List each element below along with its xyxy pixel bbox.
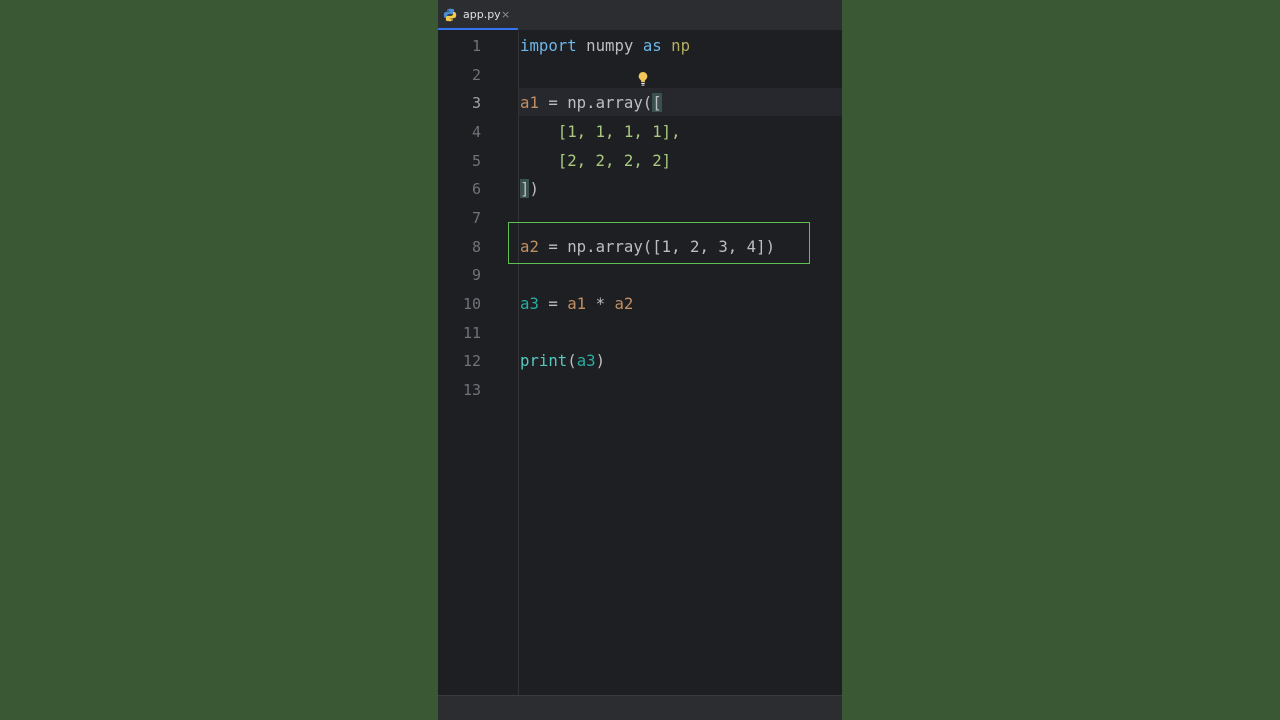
line-number: 12: [462, 352, 481, 370]
module-name: numpy: [586, 36, 634, 55]
line-number: 3: [471, 94, 481, 112]
tab-app-py[interactable]: app.py ×: [438, 0, 518, 30]
tab-bar: app.py ×: [438, 0, 842, 31]
line-number: 2: [471, 66, 481, 84]
code-line-3: a1 = np.array([: [520, 93, 662, 113]
code-line-5: [2, 2, 2, 2]: [520, 151, 671, 171]
line-number-gutter: 1 2 3 4 5 6 7 8 9 10 11 12 13: [438, 31, 519, 695]
keyword-import: import: [520, 36, 577, 55]
line-number: 10: [462, 295, 481, 313]
highlight-box-line-8: [508, 222, 810, 264]
line-number: 8: [471, 238, 481, 256]
module-alias: np: [671, 36, 691, 55]
operand-a1: a1: [567, 294, 587, 313]
operand-a2: a2: [614, 294, 634, 313]
right-background: [842, 0, 1280, 720]
close-icon[interactable]: ×: [501, 8, 510, 22]
line-number: 6: [471, 180, 481, 198]
python-icon: [443, 8, 457, 22]
bracket-open-highlighted: [: [652, 93, 662, 112]
code-line-4: [1, 1, 1, 1],: [520, 122, 681, 142]
paren-close: ): [595, 351, 606, 370]
variable-a3: a3: [520, 294, 539, 313]
keyword-as: as: [642, 36, 662, 55]
line-number: 4: [471, 123, 481, 141]
array-row-1: [1, 1, 1, 1],: [520, 122, 681, 141]
line-number: 9: [471, 266, 481, 284]
assign-operator: =: [538, 93, 568, 112]
array-row-2: [2, 2, 2, 2]: [520, 151, 672, 170]
paren-open: (: [567, 351, 577, 370]
multiply-operator: *: [586, 294, 615, 313]
line-number: 13: [462, 381, 481, 399]
paren-close: ): [529, 179, 539, 198]
code-line-1: import numpy as np: [520, 36, 690, 56]
assign-operator: =: [538, 294, 568, 313]
line-number: 11: [462, 324, 481, 342]
line-number: 5: [471, 152, 481, 170]
code-line-12: print(a3): [520, 351, 605, 371]
variable-a1: a1: [520, 93, 539, 112]
status-bar: [438, 695, 842, 720]
tab-label: app.py: [463, 8, 501, 21]
code-text-area[interactable]: import numpy as np a1 = np.array([ [1, 1…: [520, 31, 842, 695]
line-number: 7: [471, 209, 481, 227]
function-print: print: [520, 351, 568, 370]
lightbulb-icon[interactable]: [637, 71, 649, 87]
code-line-10: a3 = a1 * a2: [520, 294, 633, 314]
line-number: 1: [471, 37, 481, 55]
code-line-6: ]): [520, 179, 539, 199]
code-editor: app.py × 1 2 3 4 5 6 7 8 9 10 11 12 13 i…: [438, 0, 842, 720]
argument-a3: a3: [576, 351, 596, 370]
left-background: [0, 0, 438, 720]
array-call: np.array(: [567, 93, 653, 112]
